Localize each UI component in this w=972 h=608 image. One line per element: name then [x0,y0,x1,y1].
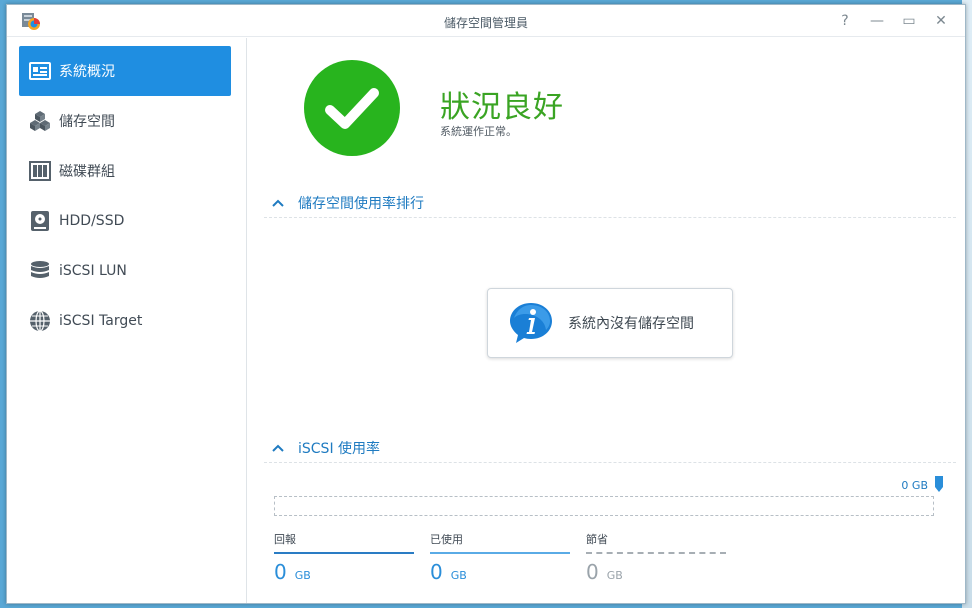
minimize-button[interactable]: — [867,11,887,31]
section-title: 儲存空間使用率排行 [298,195,424,212]
status-subtitle: 系統運作正常。 [440,125,517,138]
cubes-icon [29,110,51,132]
main-panel: 狀況良好 系統運作正常。 儲存空間使用率排行 系統內沒有儲存空間 iSCSI 使… [248,38,965,603]
sidebar-item-label: 系統概況 [59,64,115,80]
window-title: 儲存空間管理員 [443,16,528,30]
stat-value: 0 [586,560,599,584]
sidebar-item-label: iSCSI LUN [59,263,127,279]
stat-line [430,552,570,554]
section-volume-usage-header[interactable]: 儲存空間使用率排行 [264,188,956,218]
help-button[interactable]: ? [835,11,855,31]
sidebar-item-overview[interactable]: 系統概況 [19,46,231,96]
sidebar-item-volume[interactable]: 儲存空間 [19,96,231,146]
stat-value: 0 [274,560,287,584]
section-iscsi-usage-header[interactable]: iSCSI 使用率 [264,433,956,463]
sidebar-item-iscsi-target[interactable]: iSCSI Target [19,296,231,346]
empty-message: 系統內沒有儲存空間 [568,316,694,332]
stat-unit: GB [294,569,311,582]
stat-label: 已使用 [430,533,463,546]
disk-group-icon [29,160,51,182]
quota-marker-icon [935,476,943,492]
sidebar-item-label: 磁碟群組 [59,164,115,180]
overview-icon [29,60,51,82]
sidebar-item-hdd-ssd[interactable]: HDD/SSD [19,196,231,246]
hdd-icon [29,210,51,232]
title-bar[interactable]: 儲存空間管理員 ? — ▭ ✕ [7,5,965,37]
stat-line [274,552,414,554]
stat-used: 已使用 0 GB [430,531,570,584]
maximize-button[interactable]: ▭ [899,11,919,31]
stat-line [586,552,726,554]
stat-label: 回報 [274,533,296,546]
sidebar-item-label: iSCSI Target [59,313,143,329]
sidebar-item-disk-group[interactable]: 磁碟群組 [19,146,231,196]
status-title: 狀況良好 [440,90,564,125]
stat-reported: 回報 0 GB [274,531,414,584]
info-icon [510,303,552,343]
sidebar-item-label: HDD/SSD [59,213,125,229]
section-title: iSCSI 使用率 [298,440,381,457]
sidebar-item-label: 儲存空間 [59,114,115,130]
globe-icon [29,310,51,332]
stat-unit: GB [450,569,467,582]
sidebar: 系統概況 儲存空間 磁碟群組 HDD/SSD iSCSI LUN iSCSI T… [7,38,247,603]
stat-label: 節省 [586,533,608,546]
chevron-up-icon [272,196,286,210]
close-button[interactable]: ✕ [931,11,951,31]
stat-value: 0 [430,560,443,584]
empty-volume-notice: 系統內沒有儲存空間 [487,288,733,358]
storage-manager-window: 儲存空間管理員 ? — ▭ ✕ 系統概況 儲存空間 磁碟群組 HDD/SSD i… [6,4,966,604]
stat-unit: GB [606,569,623,582]
chevron-up-icon [272,441,286,455]
database-icon [29,260,51,282]
iscsi-usage-bar [274,496,934,516]
quota-label: 0 GB [901,479,928,492]
stat-saved: 節省 0 GB [586,531,726,584]
sidebar-item-iscsi-lun[interactable]: iSCSI LUN [19,246,231,296]
status-ok-icon [304,60,400,156]
